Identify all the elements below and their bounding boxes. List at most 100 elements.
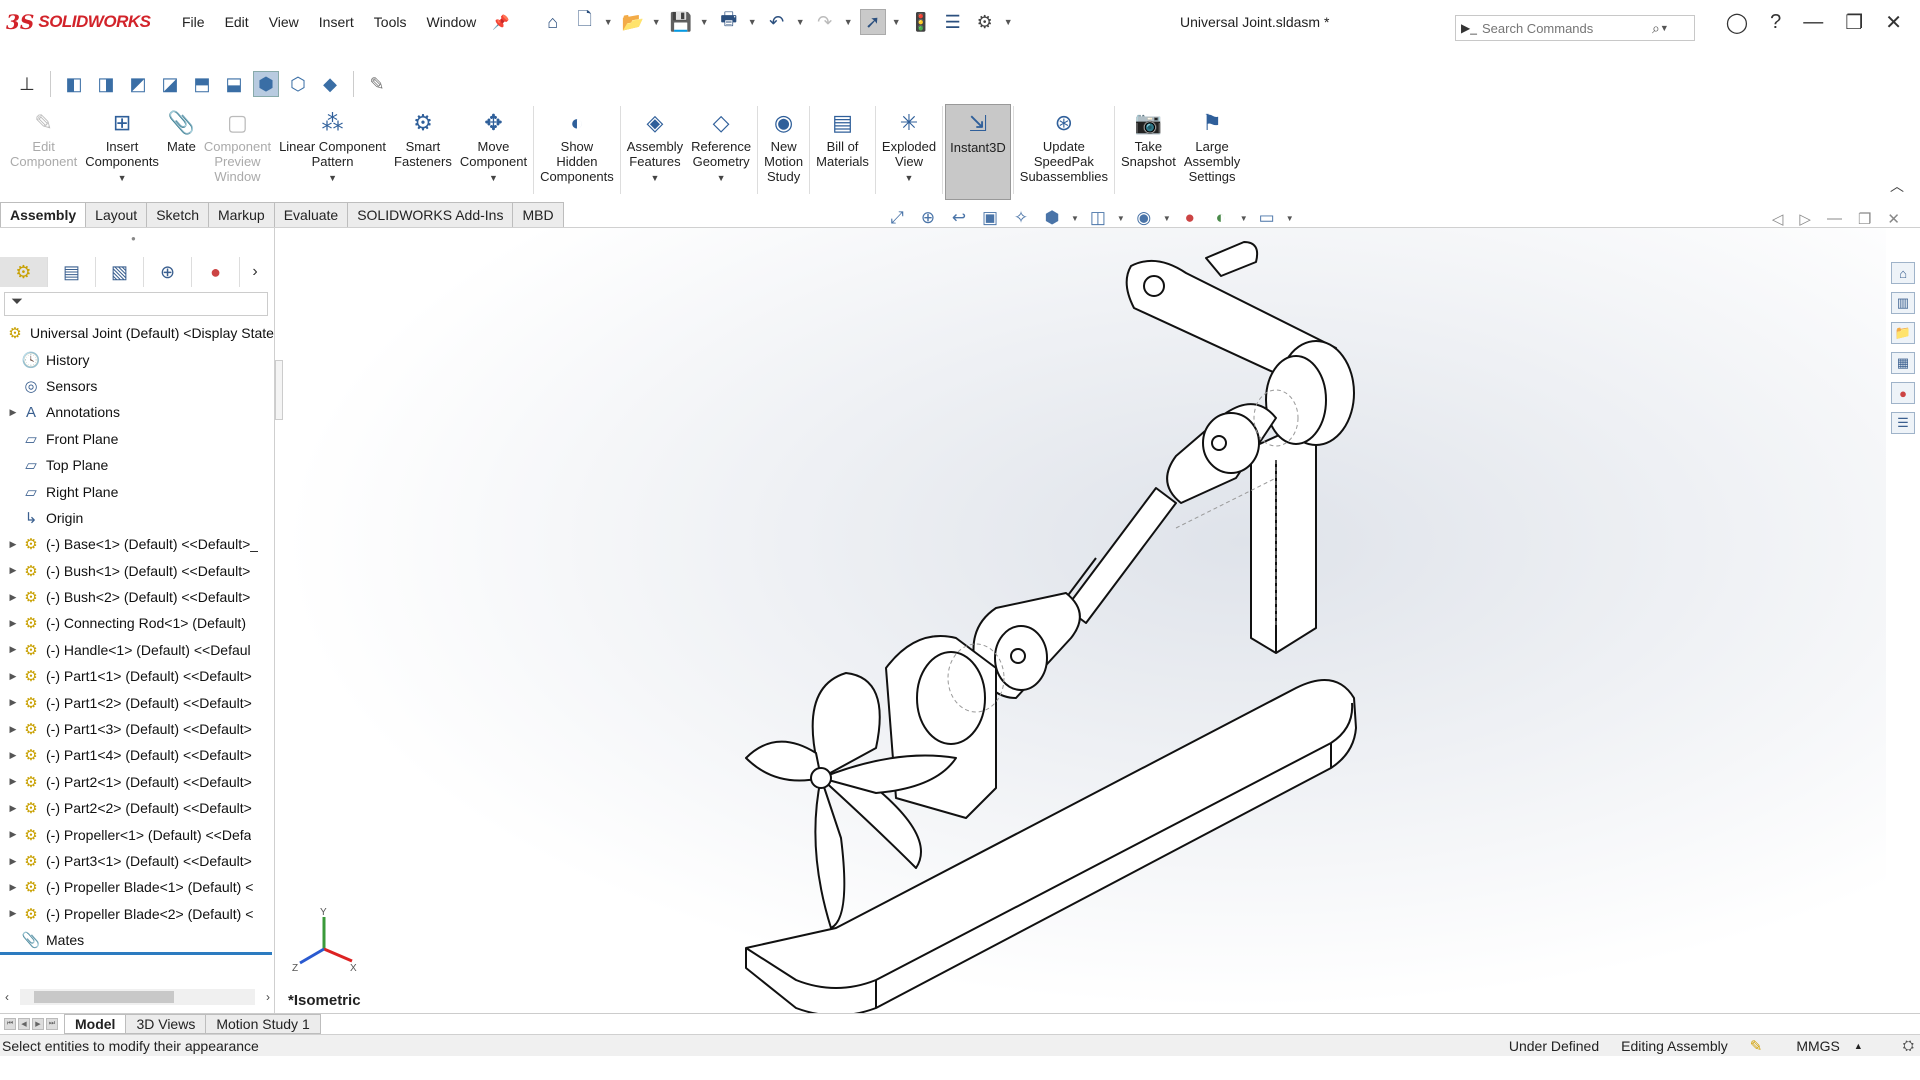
options-gear-icon[interactable]: ⚙ (972, 9, 998, 35)
print-icon[interactable]: 🖶 (716, 9, 742, 35)
expand-arrow-icon[interactable]: ▶ (6, 618, 20, 629)
tree-item[interactable]: ▱ Top Plane (0, 452, 275, 478)
tree-item[interactable]: ↳ Origin (0, 505, 275, 531)
tree-item[interactable]: ▶ ⚙ (-) Part2<2> (Default) <<Default> (0, 795, 275, 821)
normal-to-icon[interactable]: ⊥ (14, 71, 40, 97)
chevron-down-icon[interactable]: ▼ (1660, 23, 1670, 33)
front-view-icon[interactable]: ◧ (61, 71, 87, 97)
tree-item[interactable]: ▱ Front Plane (0, 426, 275, 452)
menu-view[interactable]: View (259, 14, 309, 30)
tree-item[interactable]: ▶ ⚙ (-) Handle<1> (Default) <<Defaul (0, 637, 275, 663)
viewport-close-icon[interactable]: ✕ (1887, 210, 1900, 228)
viewport-previous-icon[interactable]: ◁ (1772, 210, 1784, 228)
chevron-down-icon[interactable]: ▼ (748, 17, 758, 27)
minimize-icon[interactable]: — (1803, 11, 1823, 34)
scroll-right-icon[interactable]: › (261, 990, 275, 1004)
dimetric-view-icon[interactable]: ◆ (317, 71, 343, 97)
menu-tools[interactable]: Tools (364, 14, 417, 30)
chevron-down-icon[interactable]: ▼ (604, 17, 614, 27)
tree-item[interactable]: ▶ ⚙ (-) Propeller Blade<1> (Default) < (0, 874, 275, 900)
quick-tips-icon[interactable]: ⛭ (1903, 1037, 1914, 1054)
undo-icon[interactable]: ↶ (764, 9, 790, 35)
chevron-down-icon[interactable]: ▼ (796, 17, 806, 27)
viewport-next-icon[interactable]: ▷ (1799, 210, 1811, 228)
expand-arrow-icon[interactable]: ▶ (6, 644, 20, 655)
chevron-down-icon[interactable]: ▼ (1117, 214, 1125, 223)
previous-view-icon[interactable]: ↩ (947, 208, 971, 228)
universal-joint-model[interactable] (276, 228, 1886, 1013)
reference-geometry-button[interactable]: ◇ Reference Geometry ▼ (687, 104, 755, 200)
next-tab-icon[interactable]: ▶ (32, 1017, 44, 1030)
viewport-minimize-icon[interactable]: — (1827, 210, 1842, 228)
tree-item[interactable]: ▶ ⚙ (-) Base<1> (Default) <<Default>_ (0, 531, 275, 557)
edit-appearance-icon[interactable]: ● (1178, 208, 1202, 228)
home-icon[interactable]: ⌂ (540, 9, 566, 35)
assembly-features-button[interactable]: ◈ Assembly Features ▼ (623, 104, 687, 200)
tab-mbd[interactable]: MBD (512, 202, 564, 228)
view-settings-icon[interactable]: ▭ (1255, 208, 1279, 228)
display-style-icon[interactable]: ◫ (1086, 208, 1110, 228)
chevron-down-icon[interactable]: ▼ (1163, 214, 1171, 223)
speedpak-button[interactable]: ⊛ Update SpeedPak Subassemblies (1016, 104, 1112, 200)
tree-item[interactable]: ▶ ⚙ (-) Propeller<1> (Default) <<Defa (0, 821, 275, 847)
select-pointer-icon[interactable]: ➚ (859, 9, 886, 35)
unit-system-selector[interactable]: MMGS (1796, 1038, 1840, 1054)
move-component-button[interactable]: ✥ Move Component ▼ (456, 104, 531, 200)
motion-study-button[interactable]: ◉ New Motion Study (760, 104, 807, 200)
chevron-down-icon[interactable]: ▼ (1071, 214, 1079, 223)
rebuild-icon[interactable]: ✎ (1750, 1037, 1763, 1055)
chevron-down-icon[interactable]: ▼ (652, 17, 662, 27)
menu-insert[interactable]: Insert (309, 14, 364, 30)
horizontal-scrollbar[interactable]: ‹ › (0, 988, 275, 1006)
trimetric-view-icon[interactable]: ⬡ (285, 71, 311, 97)
dynamic-annotation-icon[interactable]: ✧ (1009, 208, 1033, 228)
restore-icon[interactable]: ❐ (1845, 10, 1863, 35)
search-icon[interactable]: ⌕ (1652, 20, 1660, 37)
expand-arrow-icon[interactable]: ▶ (6, 829, 20, 840)
open-icon[interactable]: 📂 (620, 9, 646, 35)
expand-arrow-icon[interactable]: ▶ (6, 671, 20, 682)
prev-tab-icon[interactable]: ◀ (18, 1017, 30, 1030)
tree-item[interactable]: ▶ ⚙ (-) Part1<4> (Default) <<Default> (0, 742, 275, 768)
snapshot-button[interactable]: 📷 Take Snapshot (1117, 104, 1180, 200)
tree-item[interactable]: ▶ ⚙ (-) Part2<1> (Default) <<Default> (0, 769, 275, 795)
measure-pen-icon[interactable]: ✎ (364, 71, 390, 97)
collapse-ribbon-icon[interactable]: ︿ (1890, 176, 1904, 196)
displaymanager-icon[interactable]: ● (192, 257, 240, 287)
solidworks-logo[interactable]: 3S SOLIDWORKS (6, 10, 166, 34)
tab-assembly[interactable]: Assembly (0, 202, 87, 228)
tab-sketch[interactable]: Sketch (146, 202, 210, 228)
expand-arrow-icon[interactable]: ▶ (6, 565, 20, 576)
scroll-left-icon[interactable]: ‹ (0, 990, 14, 1004)
featuremanager-tree-icon[interactable]: ⚙ (0, 257, 48, 287)
chevron-up-icon[interactable]: ▲ (1854, 1041, 1863, 1051)
tree-item[interactable]: ◎ Sensors (0, 373, 275, 399)
chevron-down-icon[interactable]: ▼ (717, 171, 726, 186)
scroll-track[interactable] (20, 989, 255, 1005)
close-icon[interactable]: ✕ (1885, 10, 1902, 35)
chevron-down-icon[interactable]: ▼ (700, 17, 710, 27)
tab-3d-views[interactable]: 3D Views (125, 1013, 207, 1034)
expand-arrow-icon[interactable]: ▶ (6, 776, 20, 787)
chevron-down-icon[interactable]: ▼ (651, 171, 660, 186)
apply-scene-icon[interactable]: ◐ (1209, 208, 1233, 228)
expand-arrow-icon[interactable]: ▶ (6, 803, 20, 814)
tab-model[interactable]: Model (64, 1013, 127, 1034)
vertical-scrollbar[interactable] (275, 360, 283, 420)
pin-menu-icon[interactable]: 📌 (492, 14, 509, 31)
chevron-down-icon[interactable]: ▼ (328, 171, 337, 186)
last-tab-icon[interactable]: ⏭ (46, 1017, 58, 1030)
expand-arrow-icon[interactable]: ▶ (6, 856, 20, 867)
menu-edit[interactable]: Edit (215, 14, 259, 30)
back-view-icon[interactable]: ◨ (93, 71, 119, 97)
search-input[interactable] (1482, 20, 1652, 36)
expand-arrow-icon[interactable]: ▶ (6, 539, 20, 550)
instant3d-button[interactable]: ⇲ Instant3D (945, 104, 1011, 200)
left-view-icon[interactable]: ◩ (125, 71, 151, 97)
chevron-down-icon[interactable]: ▼ (1240, 214, 1248, 223)
new-document-icon[interactable]: 🗋 (572, 9, 598, 35)
large-assembly-button[interactable]: ⚑ Large Assembly Settings (1180, 104, 1244, 200)
tree-item[interactable]: ▶ ⚙ (-) Part1<1> (Default) <<Default> (0, 663, 275, 689)
tree-item[interactable]: 📎 Mates (0, 927, 275, 953)
chevron-down-icon[interactable]: ▼ (1004, 17, 1014, 27)
